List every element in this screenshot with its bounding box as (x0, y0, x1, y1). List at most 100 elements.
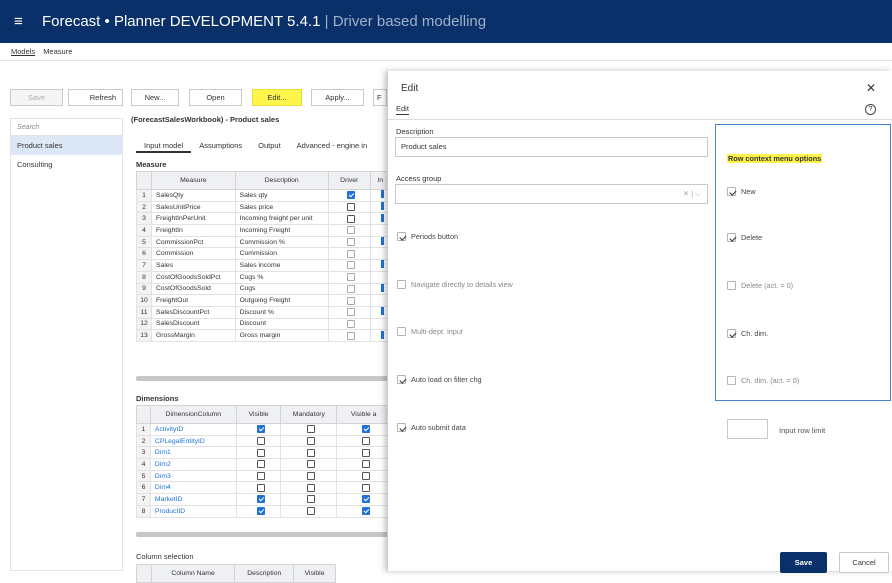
in-checkbox-edge[interactable] (380, 283, 384, 292)
tab-output[interactable]: Output (250, 139, 289, 153)
dimension-column-link[interactable]: Dim2 (149, 458, 237, 471)
measure-row[interactable]: 10 FreightOut Outgoing Freight (136, 294, 392, 307)
checkbox[interactable] (361, 437, 370, 446)
dialog-cancel-button[interactable]: Cancel (839, 552, 889, 573)
checkbox[interactable] (306, 437, 315, 446)
checked-checkbox[interactable] (256, 425, 265, 434)
checkbox[interactable] (306, 495, 315, 504)
colsel-col-description[interactable]: Description (234, 564, 295, 583)
checkbox[interactable] (347, 331, 356, 340)
measure-row[interactable]: 12 SalesDiscount Discount (136, 317, 392, 331)
dimension-row[interactable]: 4 Dim2 (136, 458, 391, 471)
checkbox[interactable] (256, 472, 265, 481)
help-icon[interactable]: ? (865, 104, 876, 115)
row-option-delete-act-0[interactable]: Delete (act. = 0) (727, 281, 793, 290)
dimension-column-link[interactable]: Dim3 (149, 469, 237, 483)
measure-col-description[interactable]: Description (234, 171, 329, 190)
checkbox[interactable] (347, 249, 356, 258)
nav-measure[interactable]: Measure (43, 47, 72, 56)
row-option-ch-dim[interactable]: Ch. dim. (727, 329, 768, 338)
dimension-column-link[interactable]: ActivityID (149, 423, 237, 436)
tab-advanced[interactable]: Advanced - engine in (289, 139, 375, 153)
measure-row[interactable]: 4 FreightIn Incoming Freight (136, 224, 392, 237)
checkbox[interactable] (347, 226, 356, 235)
checkbox[interactable] (347, 238, 356, 247)
dimension-row[interactable]: 2 CPLegalEntityID (136, 434, 391, 448)
access-group-clear-dropdown-icon[interactable]: ✕ | ⌵ (683, 185, 701, 203)
checked-checkbox[interactable] (347, 191, 356, 200)
checkbox[interactable] (306, 483, 315, 492)
checkbox[interactable] (347, 319, 356, 328)
colsel-col-name[interactable]: Column Name (150, 564, 236, 583)
description-input[interactable]: Product sales (395, 137, 708, 157)
dimension-row[interactable]: 3 Dim1 (136, 446, 391, 460)
dimension-column-link[interactable]: ProductID (149, 504, 237, 518)
access-group-select[interactable]: ✕ | ⌵ (395, 184, 708, 204)
checked-checkbox[interactable] (361, 425, 370, 434)
measure-row[interactable]: 8 CostOfGoodsSoldPct Cogs % (136, 270, 392, 284)
checkbox[interactable] (306, 507, 315, 516)
measure-col-driver[interactable]: Driver (327, 171, 371, 190)
apply-button[interactable]: Apply... (311, 89, 364, 106)
option-auto-submit-data[interactable]: Auto submit data (397, 423, 466, 432)
save-toolbar-button[interactable]: Save (10, 89, 63, 106)
close-icon[interactable]: ✕ (866, 81, 876, 95)
dimension-column-link[interactable]: Dim4 (149, 481, 237, 495)
measure-row[interactable]: 5 CommissionPct Commission % (136, 235, 392, 249)
in-checkbox-edge[interactable] (380, 190, 384, 199)
tab-edit[interactable]: Edit (396, 104, 409, 115)
checkbox[interactable] (727, 281, 736, 290)
dimension-column-link[interactable]: CPLegalEntityID (149, 434, 237, 448)
dimension-row[interactable]: 1 ActivityID (136, 423, 391, 436)
option-navigate-directly-to-details-view[interactable]: Navigate directly to details view (397, 280, 513, 289)
new-button[interactable]: New... (131, 89, 179, 106)
checkbox[interactable] (361, 448, 370, 457)
checked-checkbox[interactable] (256, 495, 265, 504)
row-option-ch-dim-act-0[interactable]: Ch. dim. (act. = 0) (727, 376, 799, 385)
dimension-row[interactable]: 6 Dim4 (136, 481, 391, 495)
tab-assumptions[interactable]: Assumptions (191, 139, 250, 153)
checkbox[interactable] (306, 448, 315, 457)
checkbox[interactable] (306, 472, 315, 481)
checkbox[interactable] (347, 308, 356, 317)
measure-row[interactable]: 7 Sales Sales income (136, 259, 392, 272)
checkbox[interactable] (361, 483, 370, 492)
nav-models[interactable]: Models (11, 47, 35, 56)
in-checkbox-edge[interactable] (380, 202, 384, 211)
in-checkbox-edge[interactable] (380, 330, 384, 339)
checkbox[interactable] (397, 280, 406, 289)
truncated-toolbar-button[interactable]: F (373, 89, 387, 106)
checked-checkbox[interactable] (727, 329, 736, 338)
measure-row[interactable]: 1 SalesQty Sales qty (136, 189, 392, 202)
measure-col-measure[interactable]: Measure (151, 171, 236, 190)
checkbox[interactable] (347, 284, 356, 293)
sidebar-item-consulting[interactable]: Consulting (11, 155, 122, 174)
dim-col-visible-a[interactable]: Visible a (336, 405, 391, 424)
checked-checkbox[interactable] (361, 507, 370, 516)
measure-row[interactable]: 11 SalesDiscountPct Discount % (136, 305, 392, 319)
option-multi-dept-input[interactable]: Multi-dept. input (397, 327, 463, 336)
option-auto-load-on-filter-chg[interactable]: Auto load on filter chg (397, 375, 482, 384)
checkbox[interactable] (347, 261, 356, 270)
checkbox[interactable] (727, 376, 736, 385)
checkbox[interactable] (256, 483, 265, 492)
sidebar-item-product-sales[interactable]: Product sales (11, 136, 122, 155)
edit-button[interactable]: Edit... (252, 89, 302, 106)
checkbox[interactable] (347, 203, 356, 212)
dimensions-scrollbar[interactable] (136, 532, 390, 537)
dimension-column-link[interactable]: MarketID (149, 493, 237, 506)
in-checkbox-edge[interactable] (380, 260, 384, 269)
dim-col-mandatory[interactable]: Mandatory (280, 405, 338, 424)
row-option-new[interactable]: New (727, 187, 756, 196)
open-button[interactable]: Open (189, 89, 242, 106)
in-checkbox-edge[interactable] (380, 237, 384, 246)
checked-checkbox[interactable] (361, 495, 370, 504)
checkbox[interactable] (256, 448, 265, 457)
dimension-row[interactable]: 5 Dim3 (136, 469, 391, 483)
hamburger-menu-icon[interactable]: ≡ (14, 13, 32, 30)
checked-checkbox[interactable] (727, 187, 736, 196)
input-row-limit-input[interactable] (727, 419, 768, 439)
measure-row[interactable]: 9 CostOfGoodsSold Cogs (136, 282, 392, 296)
checkbox[interactable] (306, 425, 315, 434)
checkbox[interactable] (361, 472, 370, 481)
